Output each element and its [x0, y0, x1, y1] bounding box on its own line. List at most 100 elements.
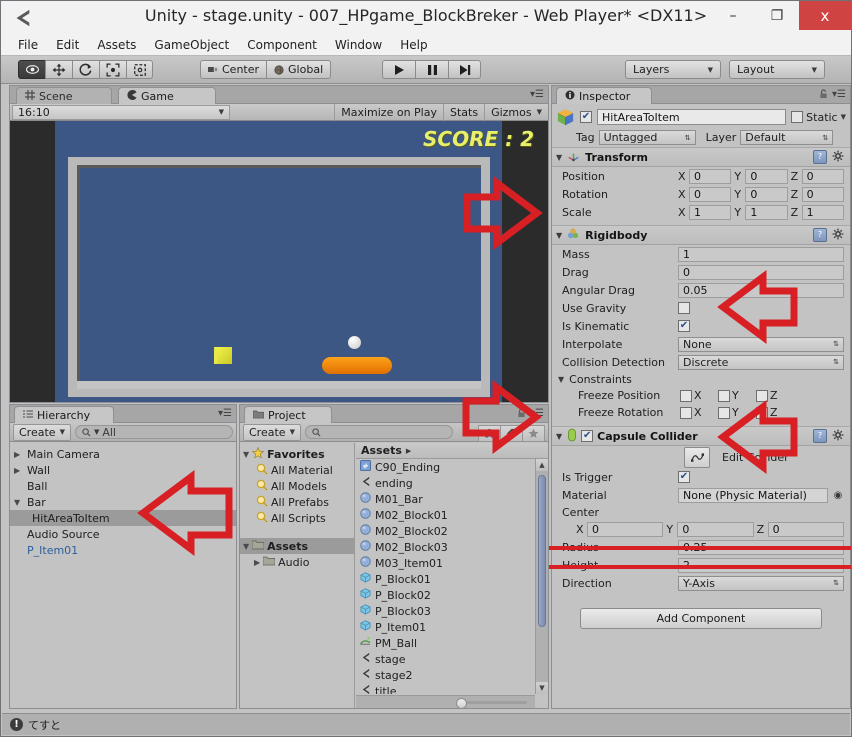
minimize-button[interactable]: –: [711, 1, 755, 30]
collapse-arrow-icon[interactable]: ▼: [556, 153, 562, 162]
tab-game[interactable]: Game: [118, 87, 216, 104]
hierarchy-item-bar[interactable]: ▼ Bar: [10, 494, 236, 510]
favorite-star-icon[interactable]: [523, 424, 545, 442]
asset-item[interactable]: # C90_Ending: [356, 459, 534, 475]
use-gravity-checkbox[interactable]: [678, 302, 690, 314]
collapse-arrow-icon[interactable]: ▼: [556, 231, 562, 240]
menu-item-help[interactable]: Help: [391, 36, 436, 54]
project-create-button[interactable]: Create ▼: [243, 423, 301, 441]
asset-item[interactable]: M02_Block02: [356, 523, 534, 539]
collision-detection-dropdown[interactable]: Discrete ⇅: [678, 354, 844, 370]
aspect-ratio-dropdown[interactable]: 16:10 ▼: [12, 104, 230, 120]
direction-dropdown[interactable]: Y-Axis ⇅: [678, 575, 844, 591]
scroll-thumb[interactable]: [538, 475, 546, 627]
zoom-slider-knob[interactable]: [456, 698, 467, 709]
gizmos-dropdown[interactable]: Gizmos ▼: [484, 103, 548, 121]
angular-drag-input[interactable]: 0.05: [678, 282, 844, 298]
help-book-icon[interactable]: ?: [813, 228, 827, 242]
center-y-input[interactable]: 0: [677, 521, 754, 537]
constraints-foldout[interactable]: ▼ Constraints: [552, 371, 850, 387]
asset-item[interactable]: M03_Item01: [356, 555, 534, 571]
interpolate-dropdown[interactable]: None ⇅: [678, 336, 844, 352]
gameobject-enabled-checkbox[interactable]: ✔: [580, 111, 592, 123]
project-favorite-all-scripts[interactable]: All Scripts: [240, 510, 354, 526]
hierarchy-search-input[interactable]: ▼ All: [74, 425, 233, 439]
scroll-down-icon[interactable]: ▼: [536, 682, 548, 694]
project-vertical-scrollbar[interactable]: ▲ ▼: [535, 459, 548, 694]
project-favorites-row[interactable]: ▼ Favorites: [240, 446, 354, 462]
object-picker-icon[interactable]: ◉: [832, 490, 844, 501]
panel-options-icon[interactable]: ▾☰: [530, 89, 544, 100]
scale-z-input[interactable]: 1: [801, 204, 844, 220]
pivot-rotation-button[interactable]: Global: [266, 60, 332, 79]
hierarchy-item-p-item01[interactable]: P_Item01: [10, 542, 236, 558]
collapse-arrow-icon[interactable]: ▼: [243, 542, 249, 551]
hand-tool-button[interactable]: [18, 60, 45, 79]
static-checkbox[interactable]: [791, 111, 804, 123]
rotation-z-input[interactable]: 0: [801, 186, 844, 202]
asset-item[interactable]: stage2: [356, 667, 534, 683]
transform-component-header[interactable]: ▼ Transform ?: [552, 147, 850, 167]
stats-toggle[interactable]: Stats: [442, 103, 484, 121]
asset-item[interactable]: stage: [356, 651, 534, 667]
scale-y-input[interactable]: 1: [745, 204, 788, 220]
collapse-arrow-icon[interactable]: ▼: [558, 375, 564, 384]
asset-item[interactable]: ending: [356, 475, 534, 491]
material-object-field[interactable]: None (Physic Material): [678, 487, 828, 503]
project-favorite-all-models[interactable]: All Models: [240, 478, 354, 494]
menu-item-component[interactable]: Component: [238, 36, 326, 54]
project-folder-tree[interactable]: ▼ Favorites All Material All Models All …: [240, 443, 355, 708]
capsule-collider-enabled-checkbox[interactable]: ✔: [581, 430, 594, 442]
hierarchy-item-ball[interactable]: Ball: [10, 478, 236, 494]
rotation-y-input[interactable]: 0: [745, 186, 788, 202]
panel-options-icon[interactable]: ▾☰: [832, 89, 846, 100]
edit-collider-button[interactable]: [684, 446, 710, 468]
asset-item[interactable]: P_Block02: [356, 587, 534, 603]
lock-icon[interactable]: [819, 89, 828, 102]
position-y-input[interactable]: 0: [745, 168, 788, 184]
expand-arrow-icon[interactable]: ▶: [14, 466, 27, 475]
game-render-canvas[interactable]: SCORE : 2: [10, 121, 548, 402]
move-tool-button[interactable]: [45, 60, 72, 79]
hierarchy-item-main-camera[interactable]: ▶ Main Camera: [10, 446, 236, 462]
asset-item[interactable]: title: [356, 683, 534, 694]
gameobject-name-input[interactable]: HitAreaToItem: [597, 109, 787, 125]
help-book-icon[interactable]: ?: [813, 429, 827, 443]
rotate-tool-button[interactable]: [72, 60, 99, 79]
add-component-button[interactable]: Add Component: [580, 608, 822, 629]
is-kinematic-checkbox[interactable]: ✔: [678, 320, 690, 332]
panel-options-icon[interactable]: ▾☰: [218, 408, 232, 419]
project-favorite-all-material[interactable]: All Material: [240, 462, 354, 478]
freeze-rotation-x-checkbox[interactable]: [680, 406, 692, 419]
freeze-position-x-checkbox[interactable]: [680, 389, 692, 402]
project-favorite-all-prefabs[interactable]: All Prefabs: [240, 494, 354, 510]
layer-dropdown[interactable]: Default ⇅: [740, 130, 834, 145]
pivot-mode-button[interactable]: Center: [200, 60, 267, 79]
rigidbody-component-header[interactable]: ▼ Rigidbody ?: [552, 225, 850, 245]
menu-item-gameobject[interactable]: GameObject: [145, 36, 238, 54]
project-folder-audio[interactable]: ▶ Audio: [240, 554, 354, 570]
hierarchy-item-audio-source[interactable]: Audio Source: [10, 526, 236, 542]
menu-item-edit[interactable]: Edit: [47, 36, 88, 54]
collapse-arrow-icon[interactable]: ▼: [243, 450, 249, 459]
hierarchy-tree[interactable]: ▶ Main Camera ▶ Wall Ball ▼ Bar HitAreaT…: [10, 443, 236, 708]
scroll-up-icon[interactable]: ▲: [536, 459, 548, 471]
asset-item[interactable]: P_Item01: [356, 619, 534, 635]
restore-button[interactable]: ❐: [755, 1, 799, 30]
project-search-input[interactable]: [304, 425, 453, 439]
layers-dropdown[interactable]: Layers ▼: [625, 60, 721, 79]
layout-dropdown[interactable]: Layout ▼: [729, 60, 825, 79]
expand-arrow-icon[interactable]: ▶: [14, 450, 27, 459]
gear-icon[interactable]: [832, 228, 844, 243]
status-bar[interactable]: ! てすと: [2, 713, 850, 735]
step-button[interactable]: [448, 60, 481, 79]
help-book-icon[interactable]: ?: [813, 150, 827, 164]
center-x-input[interactable]: 0: [587, 521, 664, 537]
rotation-x-input[interactable]: 0: [689, 186, 732, 202]
project-zoom-slider[interactable]: [356, 695, 535, 709]
filter-by-label-icon[interactable]: [501, 424, 523, 442]
scale-x-input[interactable]: 1: [689, 204, 732, 220]
project-assets-row[interactable]: ▼ Assets: [240, 538, 354, 554]
tab-scene[interactable]: Scene: [16, 87, 112, 104]
asset-item[interactable]: M01_Bar: [356, 491, 534, 507]
